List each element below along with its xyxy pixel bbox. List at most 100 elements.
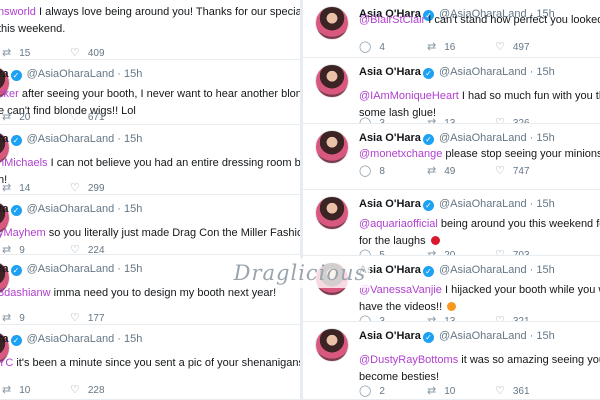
retweet-button[interactable]: ⇄ 20: [427, 248, 495, 255]
retweet-button[interactable]: ⇄ 9: [2, 243, 70, 254]
like-button[interactable]: ♡ 497: [495, 40, 563, 53]
tweet-timestamp[interactable]: 15h: [536, 198, 554, 210]
retweet-button[interactable]: ⇄ 14: [2, 181, 70, 194]
author-name[interactable]: ara: [0, 333, 9, 345]
mention-link[interactable]: @monetxchange: [359, 148, 442, 160]
like-button[interactable]: ♡ 177: [70, 311, 138, 324]
mention-link[interactable]: nsworld: [0, 6, 36, 18]
author-handle[interactable]: @AsiaOharaLand: [27, 68, 115, 80]
reply-button[interactable]: ◯ 8: [359, 164, 427, 177]
retweet-button[interactable]: ⇄ 49: [427, 164, 495, 177]
tweet-card[interactable]: Asia O'Hara ✓ @AsiaOharaLand · 15h @DustyR…: [303, 322, 600, 400]
tweet-header: ara✓ @AsiaOharaLand · 15h: [0, 68, 142, 81]
tweet-card[interactable]: Asia O'Hara ✓ @AsiaOharaLand · 15h @monetx…: [303, 124, 600, 190]
tweet-timestamp[interactable]: 15h: [124, 333, 142, 345]
tweet-timestamp[interactable]: 15h: [536, 330, 554, 342]
mention-link[interactable]: @aquariaofficial: [359, 218, 438, 230]
retweet-button[interactable]: ⇄ 16: [427, 40, 495, 53]
like-count: 177: [87, 313, 105, 324]
separator-dot: ·: [526, 132, 537, 144]
author-name[interactable]: Asia O'Hara: [359, 132, 421, 144]
like-button[interactable]: ♡ 299: [70, 181, 138, 194]
mention-link[interactable]: 3dashianw: [0, 287, 51, 299]
retweet-button[interactable]: ⇄ 13: [427, 116, 495, 123]
tweet-card[interactable]: ara✓ @AsiaOharaLand · 15h nMichaels I can…: [0, 125, 300, 195]
retweet-button[interactable]: ⇄ 10: [427, 384, 495, 397]
tweet-timestamp[interactable]: 15h: [536, 132, 554, 144]
author-name[interactable]: Asia O'Hara: [359, 66, 421, 78]
avatar[interactable]: [315, 64, 349, 98]
author-handle[interactable]: @AsiaOharaLand: [27, 263, 115, 275]
avatar[interactable]: [315, 328, 349, 362]
author-name[interactable]: ara: [0, 68, 9, 80]
mention-link[interactable]: nMichaels: [0, 157, 48, 169]
tweet-card[interactable]: ara✓ @AsiaOharaLand · 15h YC it's been a …: [0, 325, 300, 400]
mention-link[interactable]: @DustyRayBottoms: [359, 354, 458, 366]
tweet-card[interactable]: Asia O'Hara ✓ @AsiaOharaLand · 15h @BlairS…: [303, 0, 600, 58]
reply-button[interactable]: ◯ 2: [359, 384, 427, 397]
mention-link[interactable]: cker: [0, 88, 19, 100]
separator-dot: ·: [114, 263, 124, 275]
retweet-count: 15: [19, 48, 31, 59]
reply-button[interactable]: ◯ 3: [359, 116, 427, 124]
heart-icon: ♡: [70, 111, 80, 123]
reply-button[interactable]: ◯ 4: [359, 40, 427, 53]
mention-link[interactable]: YC: [0, 357, 13, 369]
tweet-card[interactable]: Asia O'Hara ✓ @AsiaOharaLand · 15h @IAmMon…: [303, 58, 600, 124]
retweet-button[interactable]: ⇄ 10: [2, 383, 70, 396]
like-button[interactable]: ♡ 409: [70, 46, 138, 59]
author-name[interactable]: ara: [0, 133, 9, 145]
author-handle[interactable]: @AsiaOharaLand: [27, 203, 115, 215]
tweet-card[interactable]: ara✓ @AsiaOharaLand · 15h yMayhem so you …: [0, 195, 300, 255]
avatar[interactable]: [315, 6, 349, 40]
like-button[interactable]: ♡ 326: [495, 116, 563, 123]
mention-link[interactable]: yMayhem: [0, 227, 46, 239]
avatar[interactable]: [315, 130, 349, 164]
mention-link[interactable]: @IAmMoniqueHeart: [359, 90, 459, 102]
tweet-card[interactable]: Asia O'Hara ✓ @AsiaOharaLand · 15h @aquari…: [303, 190, 600, 256]
author-handle[interactable]: @AsiaOharaLand: [439, 198, 527, 210]
tweet-timestamp[interactable]: 15h: [124, 133, 142, 145]
like-button[interactable]: ♡ 671: [70, 110, 138, 123]
author-handle[interactable]: @AsiaOharaLand: [439, 132, 527, 144]
retweet-button[interactable]: ⇄ 15: [2, 46, 70, 59]
like-button[interactable]: ♡ 703: [495, 248, 563, 255]
reply-icon: ◯: [359, 117, 372, 124]
reply-button[interactable]: ◯ 3: [359, 314, 427, 321]
retweet-button[interactable]: ⇄ 9: [2, 311, 70, 324]
mention-link[interactable]: @VanessaVanjie: [359, 284, 442, 296]
like-button[interactable]: ♡ 361: [495, 384, 563, 397]
avatar[interactable]: [315, 196, 349, 230]
tweet-timestamp[interactable]: 15h: [124, 203, 142, 215]
mention-link[interactable]: @BlairStClair: [359, 14, 425, 26]
retweet-icon: ⇄: [2, 111, 12, 123]
author-handle[interactable]: @AsiaOharaLand: [27, 133, 115, 145]
author-name[interactable]: Asia O'Hara: [359, 198, 421, 210]
tweet-card[interactable]: nsworld I always love being around you! …: [0, 0, 300, 60]
like-button[interactable]: ♡ 224: [70, 243, 138, 254]
verified-badge-icon: ✓: [422, 200, 434, 211]
tweet-card[interactable]: ara✓ @AsiaOharaLand · 15h cker after seei…: [0, 60, 300, 125]
tweet-timestamp[interactable]: 15h: [536, 66, 554, 78]
like-button[interactable]: ♡ 747: [495, 164, 563, 177]
tweet-header: Asia O'Hara ✓ @AsiaOharaLand · 15h: [359, 132, 555, 145]
heart-icon: ♡: [495, 385, 505, 397]
author-name[interactable]: ara: [0, 203, 9, 215]
retweet-button[interactable]: ⇄ 20: [2, 110, 70, 123]
reply-button[interactable]: ◯ 5: [359, 248, 427, 255]
tweet-timestamp[interactable]: 15h: [124, 68, 142, 80]
author-handle[interactable]: @AsiaOharaLand: [439, 330, 527, 342]
like-button[interactable]: ♡ 321: [495, 314, 563, 321]
author-handle[interactable]: @AsiaOharaLand: [439, 264, 527, 276]
separator-dot: ·: [114, 203, 124, 215]
author-handle[interactable]: @AsiaOharaLand: [439, 66, 527, 78]
author-handle[interactable]: @AsiaOharaLand: [27, 333, 115, 345]
tweet-timestamp[interactable]: 15h: [124, 263, 142, 275]
author-name[interactable]: ara: [0, 263, 9, 275]
author-name[interactable]: Asia O'Hara: [359, 330, 421, 342]
like-button[interactable]: ♡ 228: [70, 383, 138, 396]
tweet-timestamp[interactable]: 15h: [536, 264, 554, 276]
retweet-button[interactable]: ⇄ 13: [427, 314, 495, 321]
separator-dot: ·: [526, 330, 537, 342]
tweet-header: Asia O'Hara ✓ @AsiaOharaLand · 15h: [359, 264, 555, 277]
